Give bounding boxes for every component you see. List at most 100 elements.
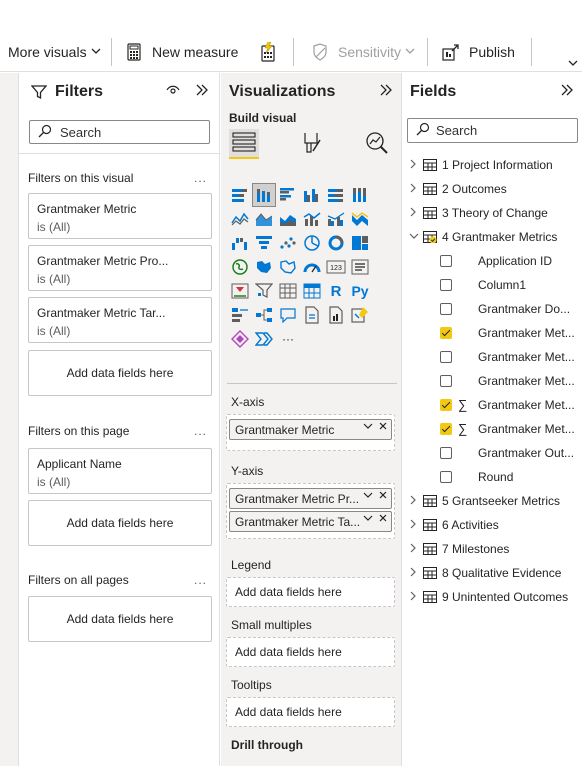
field-row[interactable]: Grantmaker Met...: [403, 345, 582, 369]
scatter-chart-icon[interactable]: [277, 232, 299, 254]
add-page-filter-drop-zone[interactable]: Add data fields here: [28, 500, 212, 546]
field-checkbox[interactable]: [440, 399, 452, 411]
paginated-report-icon[interactable]: [325, 304, 347, 326]
filter-card[interactable]: Grantmaker Metric is (All): [28, 193, 212, 239]
line-and-clustered-column-chart-icon[interactable]: [325, 208, 347, 230]
y-axis-field-pill[interactable]: Grantmaker Metric Ta...: [229, 511, 392, 532]
field-row[interactable]: Grantmaker Met...: [403, 369, 582, 393]
100-stacked-column-chart-icon[interactable]: [349, 184, 371, 206]
more-visuals-button[interactable]: More visuals: [8, 38, 101, 66]
expand-visualizations-icon[interactable]: [379, 83, 393, 100]
close-icon[interactable]: [379, 490, 387, 502]
quick-measure-button[interactable]: [258, 38, 286, 66]
analytics-tab[interactable]: [362, 129, 392, 159]
smart-narrative-icon[interactable]: [301, 304, 323, 326]
legend-well[interactable]: Add data fields here: [226, 577, 395, 607]
matrix-icon[interactable]: [301, 280, 323, 302]
field-checkbox[interactable]: [440, 447, 452, 459]
filter-card[interactable]: Grantmaker Metric Tar... is (All): [28, 297, 212, 343]
power-apps-icon[interactable]: [349, 304, 371, 326]
field-table-row[interactable]: 7 Milestones: [403, 537, 582, 561]
chevron-down-icon[interactable]: [363, 513, 373, 525]
eye-icon[interactable]: [166, 84, 180, 99]
field-checkbox[interactable]: [440, 375, 452, 387]
clustered-bar-chart-icon[interactable]: [277, 184, 299, 206]
field-checkbox[interactable]: [440, 279, 452, 291]
pie-chart-icon[interactable]: [301, 232, 323, 254]
decomposition-tree-icon[interactable]: [253, 304, 275, 326]
field-checkbox[interactable]: [440, 303, 452, 315]
map-icon[interactable]: [229, 256, 251, 278]
chevron-right-icon[interactable]: [409, 495, 421, 508]
field-row[interactable]: ∑ Grantmaker Met...: [403, 417, 582, 441]
collapse-ribbon-icon[interactable]: [568, 56, 578, 70]
x-axis-well[interactable]: Grantmaker Metric: [226, 414, 395, 451]
field-table-row[interactable]: 4 Grantmaker Metrics: [403, 225, 582, 249]
waterfall-chart-icon[interactable]: [229, 232, 251, 254]
chevron-right-icon[interactable]: [409, 159, 421, 172]
filled-map-icon[interactable]: [253, 256, 275, 278]
new-measure-button[interactable]: New measure: [124, 38, 238, 66]
close-icon[interactable]: [379, 421, 387, 433]
qa-visual-icon[interactable]: [277, 304, 299, 326]
field-row[interactable]: ∑ Grantmaker Met...: [403, 393, 582, 417]
field-table-row[interactable]: 3 Theory of Change: [403, 201, 582, 225]
expand-filters-icon[interactable]: [195, 83, 209, 100]
field-table-row[interactable]: 9 Unintented Outcomes: [403, 585, 582, 609]
field-checkbox[interactable]: [440, 327, 452, 339]
stacked-column-chart-icon[interactable]: [252, 183, 276, 207]
add-visual-filter-drop-zone[interactable]: Add data fields here: [28, 350, 212, 396]
chevron-right-icon[interactable]: [409, 543, 421, 556]
publish-button[interactable]: Publish: [441, 38, 515, 66]
more-visuals-ellipsis[interactable]: ···: [277, 328, 299, 350]
gauge-icon[interactable]: [301, 256, 323, 278]
filter-card[interactable]: Applicant Name is (All): [28, 448, 212, 494]
chevron-right-icon[interactable]: [409, 567, 421, 580]
r-visual-icon[interactable]: R: [325, 280, 347, 302]
treemap-icon[interactable]: [349, 232, 371, 254]
sensitivity-button[interactable]: Sensitivity: [310, 38, 415, 66]
field-row[interactable]: Grantmaker Out...: [403, 441, 582, 465]
field-row[interactable]: Column1: [403, 273, 582, 297]
tooltips-well[interactable]: Add data fields here: [226, 697, 395, 727]
field-table-row[interactable]: 5 Grantseeker Metrics: [403, 489, 582, 513]
small-multiples-well[interactable]: Add data fields here: [226, 637, 395, 667]
filters-on-visual-more-button[interactable]: ...: [194, 171, 207, 185]
y-axis-well[interactable]: Grantmaker Metric Pr... Grantmaker Metri…: [226, 483, 395, 539]
clustered-column-chart-icon[interactable]: [301, 184, 323, 206]
field-table-row[interactable]: 8 Qualitative Evidence: [403, 561, 582, 585]
kpi-icon[interactable]: [229, 280, 251, 302]
build-visual-tab[interactable]: [229, 129, 259, 159]
donut-chart-icon[interactable]: [325, 232, 347, 254]
stacked-bar-chart-icon[interactable]: [229, 184, 251, 206]
python-visual-icon[interactable]: Py: [349, 280, 371, 302]
field-row[interactable]: Grantmaker Met...: [403, 321, 582, 345]
filter-card[interactable]: Grantmaker Metric Pro... is (All): [28, 245, 212, 291]
field-row[interactable]: Grantmaker Do...: [403, 297, 582, 321]
slicer-icon[interactable]: [253, 280, 275, 302]
card-icon[interactable]: 123: [325, 256, 347, 278]
chevron-down-icon[interactable]: [363, 490, 373, 502]
table-icon[interactable]: [277, 280, 299, 302]
fields-search-input[interactable]: Search: [407, 118, 578, 143]
field-checkbox[interactable]: [440, 471, 452, 483]
add-report-filter-drop-zone[interactable]: Add data fields here: [28, 596, 212, 642]
power-automate-flow-icon[interactable]: [253, 328, 275, 350]
close-icon[interactable]: [379, 513, 387, 525]
chevron-right-icon[interactable]: [409, 183, 421, 196]
format-visual-tab[interactable]: [297, 129, 327, 159]
area-chart-icon[interactable]: [253, 208, 275, 230]
funnel-chart-icon[interactable]: [253, 232, 275, 254]
key-influencers-icon[interactable]: [229, 304, 251, 326]
chevron-right-icon[interactable]: [409, 207, 421, 220]
x-axis-field-pill[interactable]: Grantmaker Metric: [229, 419, 392, 440]
y-axis-field-pill[interactable]: Grantmaker Metric Pr...: [229, 488, 392, 509]
expand-fields-icon[interactable]: [560, 83, 574, 100]
shape-map-icon[interactable]: [277, 256, 299, 278]
line-chart-icon[interactable]: [229, 208, 251, 230]
field-checkbox[interactable]: [440, 423, 452, 435]
filters-all-pages-more-button[interactable]: ...: [194, 573, 207, 587]
chevron-down-icon[interactable]: [363, 421, 373, 433]
filters-search-input[interactable]: Search: [29, 120, 210, 144]
chevron-down-icon[interactable]: [409, 232, 421, 243]
